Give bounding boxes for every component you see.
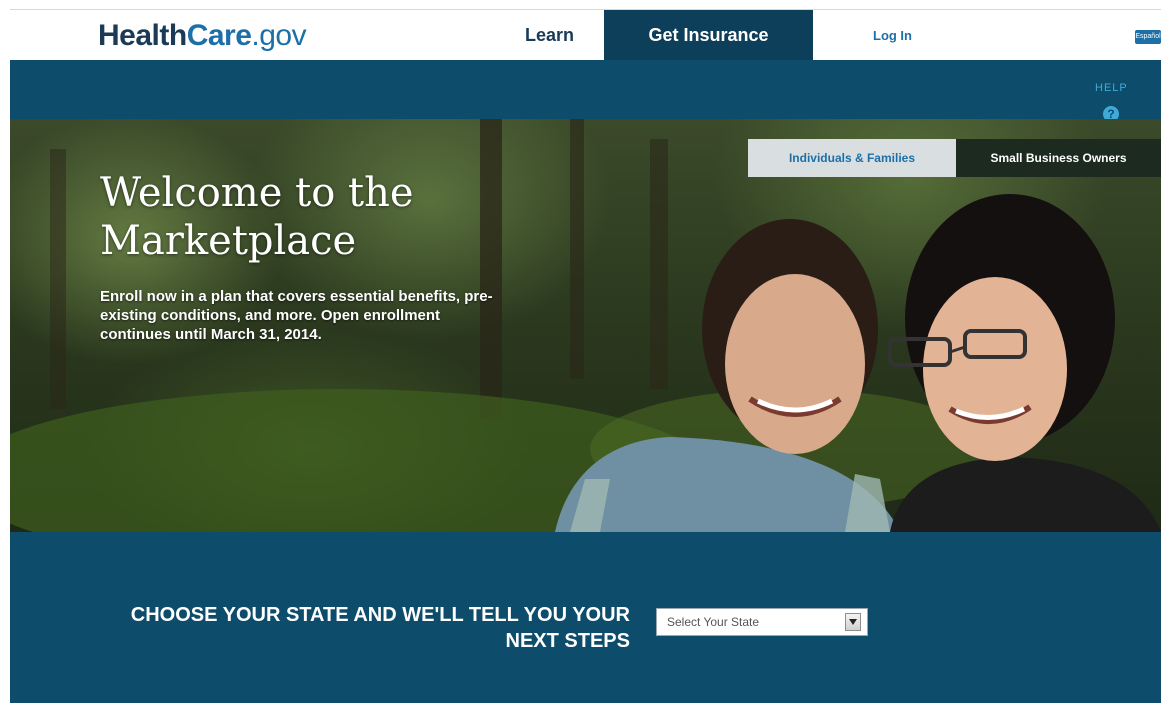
page: HealthCare.gov Learn Get Insurance Log I… <box>10 9 1161 703</box>
state-chooser-prompt: CHOOSE YOUR STATE AND WE'LL TELL YOU YOU… <box>130 604 630 652</box>
nav-get-insurance-tab[interactable]: Get Insurance <box>604 10 813 61</box>
language-toggle-button[interactable]: Español <box>1135 30 1161 44</box>
help-link[interactable]: HELP <box>1095 82 1128 94</box>
top-navigation: HealthCare.gov Learn Get Insurance Log I… <box>10 9 1161 61</box>
hero-title: Welcome to the Marketplace <box>100 170 414 264</box>
tab-small-business-owners[interactable]: Small Business Owners <box>956 139 1161 177</box>
nav-login-link[interactable]: Log In <box>873 10 912 61</box>
logo-care-text: Care <box>186 19 252 52</box>
hero-description: Enroll now in a plan that covers essenti… <box>100 288 493 343</box>
hero-banner: Welcome to the Marketplace Enroll now in… <box>10 119 1161 532</box>
logo-gov-text: .gov <box>251 19 307 52</box>
state-chooser-section: CHOOSE YOUR STATE AND WE'LL TELL YOU YOU… <box>10 532 1161 703</box>
nav-learn-link[interactable]: Learn <box>525 10 574 61</box>
tab-individuals-families[interactable]: Individuals & Families <box>748 139 956 177</box>
state-select-dropdown[interactable]: Select Your State <box>656 608 868 636</box>
help-bar: HELP ? <box>10 60 1161 122</box>
chevron-down-icon[interactable] <box>845 613 861 631</box>
healthcare-gov-logo[interactable]: HealthCare.gov <box>98 18 307 54</box>
state-select-value: Select Your State <box>667 615 760 629</box>
logo-health-text: Health <box>98 19 187 52</box>
